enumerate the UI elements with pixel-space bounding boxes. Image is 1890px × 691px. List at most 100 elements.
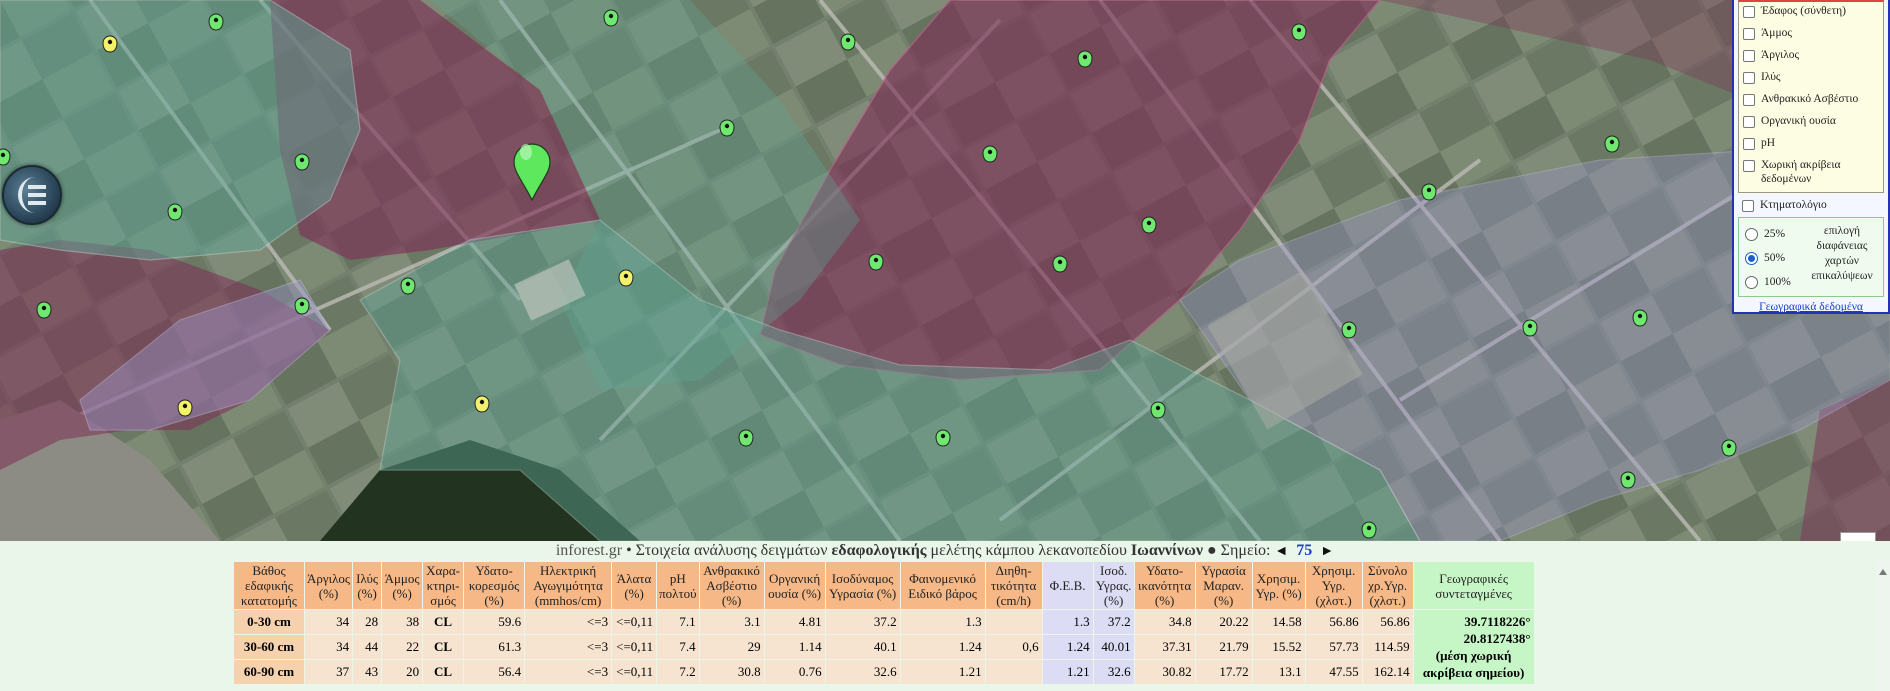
layer-item-organic-matter[interactable]: Οργανική ουσία (1741, 114, 1883, 136)
map-view[interactable]: Έδαφος (σύνθετη) Άμμος Άργιλος Ιλύς Ανθρ… (0, 0, 1890, 541)
table-cell: <=3 (525, 610, 612, 634)
table-row: 0-30 cm 34 28 38 CL 59.6 <=3 <=0,11 7.1 3.1 4.81 37… (234, 610, 1534, 684)
table-cell: <=0,11 (612, 660, 657, 684)
layer-label: pH (1761, 137, 1776, 149)
table-cell: 1.21 (900, 660, 985, 684)
checkbox[interactable] (1743, 160, 1755, 172)
prev-point-button[interactable]: ◄ (1274, 544, 1288, 559)
table-cell: 7.1 (657, 610, 699, 634)
table-cell: 34 (305, 635, 353, 659)
column-header: pH πολτού (657, 562, 699, 609)
column-header: Διηθη-τικότητα (cm/h) (985, 562, 1042, 609)
layer-item-ph[interactable]: pH (1741, 136, 1883, 158)
bullet: • (626, 542, 632, 559)
column-header: Οργανική ουσία (%) (764, 562, 825, 609)
column-header: Γεωγραφικές συντεταγμένες (1413, 562, 1534, 609)
table-cell: 57.73 (1305, 635, 1362, 659)
opacity-option-100[interactable]: 100% (1741, 270, 1803, 294)
checkbox[interactable] (1743, 6, 1755, 18)
inforest-logo-icon[interactable] (2, 165, 62, 225)
radio[interactable] (1745, 227, 1758, 241)
table-cell: 59.6 (464, 610, 525, 634)
table-cell: 1.21 (1042, 660, 1093, 684)
column-header: Χρησιμ. Υγρ. (χλστ.) (1305, 562, 1362, 609)
column-header: Ισοδύναμος Υγρασία (%) (825, 562, 900, 609)
table-cell: 17.72 (1195, 660, 1252, 684)
table-cell: 37.31 (1134, 635, 1195, 659)
geo-data-link[interactable]: Γεωγραφικά δεδομένα (1734, 301, 1888, 313)
table-row: 60-90 cm 37 43 20 CL 56.4 <=3 <=0,11 7.2 30.8 0.76… (234, 660, 1534, 684)
table-cell: CL (423, 610, 464, 634)
table-cell: 114.59 (1362, 635, 1413, 659)
checkbox[interactable] (1743, 28, 1755, 40)
table-cell: 34.8 (1134, 610, 1195, 634)
column-header: Σύνολο χρ.Υγρ. (χλστ.) (1362, 562, 1413, 609)
table-cell: 60-90 cm (234, 660, 304, 684)
layer-label: Έδαφος (σύνθετη) (1761, 5, 1846, 17)
layer-item-cadastre[interactable]: Κτηματολόγιο (1734, 193, 1888, 217)
column-header: Άμμος (%) (382, 562, 423, 609)
layer-item-soil-composite[interactable]: Έδαφος (σύνθετη) (1741, 4, 1883, 26)
layer-control-panel: Έδαφος (σύνθετη) Άμμος Άργιλος Ιλύς Ανθρ… (1732, 0, 1890, 314)
scrollbar[interactable] (1876, 561, 1890, 691)
checkbox[interactable] (1743, 50, 1755, 62)
column-header: Βάθος εδαφικής κατατομής (234, 562, 304, 609)
table-cell: 4.81 (764, 610, 825, 634)
table-cell: <=0,11 (612, 635, 657, 659)
layer-label: Ανθρακικό Ασβέστιο (1761, 93, 1859, 105)
table-cell: 56.86 (1305, 610, 1362, 634)
table-cell: 37.2 (825, 610, 900, 634)
info-bold-1: εδαφολογικής (831, 542, 927, 559)
table-cell: 3.1 (699, 610, 764, 634)
opacity-description: επιλογή διαφάνειας χαρτών επικαλύψεων (1811, 225, 1873, 282)
opacity-option-25[interactable]: 25% (1741, 222, 1803, 246)
table-cell: 40.1 (825, 635, 900, 659)
layer-label: Οργανική ουσία (1761, 115, 1836, 127)
table-cell: 0-30 cm (234, 610, 304, 634)
layer-item-silt[interactable]: Ιλύς (1741, 70, 1883, 92)
table-cell: 38 (382, 610, 423, 634)
info-header: inforest.gr • Στοιχεία ανάλυσης δειγμάτω… (0, 541, 1890, 561)
radio-selected[interactable] (1745, 251, 1758, 265)
next-point-button[interactable]: ► (1320, 544, 1334, 559)
table-cell (985, 610, 1042, 634)
layer-label: Άμμος (1761, 27, 1792, 39)
table-header-row: Βάθος εδαφικής κατατομής Άργιλος (%) Ιλύς … (234, 562, 1534, 609)
layer-item-calcium-carbonate[interactable]: Ανθρακικό Ασβέστιο (1741, 92, 1883, 114)
table-cell: 1.24 (900, 635, 985, 659)
checkbox[interactable] (1743, 94, 1755, 106)
table-cell: 7.4 (657, 635, 699, 659)
map-control-button[interactable] (1840, 532, 1876, 541)
opacity-label: 50% (1764, 252, 1786, 264)
layer-item-spatial-accuracy[interactable]: Χωρική ακρίβεια δεδομένων (1741, 158, 1883, 190)
table-cell: CL (423, 660, 464, 684)
table-cell: 14.58 (1252, 610, 1305, 634)
column-header: Φ.Ε.Β. (1042, 562, 1093, 609)
radio[interactable] (1745, 275, 1758, 289)
soil-data-table: Βάθος εδαφικής κατατομής Άργιλος (%) Ιλύς … (233, 561, 1535, 685)
table-cell: 13.1 (1252, 660, 1305, 684)
opacity-label: 25% (1764, 228, 1786, 240)
column-header: Υγρασία Μαραν. (%) (1195, 562, 1252, 609)
checkbox[interactable] (1742, 200, 1754, 212)
site-name: inforest.gr (555, 542, 623, 559)
table-cell: 20 (382, 660, 423, 684)
table-cell: 1.3 (900, 610, 985, 634)
checkbox[interactable] (1743, 116, 1755, 128)
column-header: Ανθρακικό Ασβέστιο (%) (699, 562, 764, 609)
column-header: Χρησιμ. Υγρ. (%) (1252, 562, 1305, 609)
column-header: Ισοδ. Υγρας. (%) (1093, 562, 1134, 609)
table-cell: 28 (353, 610, 382, 634)
layer-item-clay[interactable]: Άργιλος (1741, 48, 1883, 70)
checkbox[interactable] (1743, 138, 1755, 150)
layer-item-sand[interactable]: Άμμος (1741, 26, 1883, 48)
opacity-option-50[interactable]: 50% (1741, 246, 1803, 270)
table-cell: 30.82 (1134, 660, 1195, 684)
geo-note: (μέση χωρική ακρίβεια σημείου) (1422, 648, 1525, 680)
checkbox[interactable] (1743, 72, 1755, 84)
layer-label: Ιλύς (1761, 71, 1781, 83)
table-cell: 37.2 (1093, 610, 1134, 634)
table-cell: <=3 (525, 660, 612, 684)
column-header: Φαινομενικό Ειδικό βάρος (900, 562, 985, 609)
column-header: Υδατο-κορεσμός (%) (464, 562, 525, 609)
